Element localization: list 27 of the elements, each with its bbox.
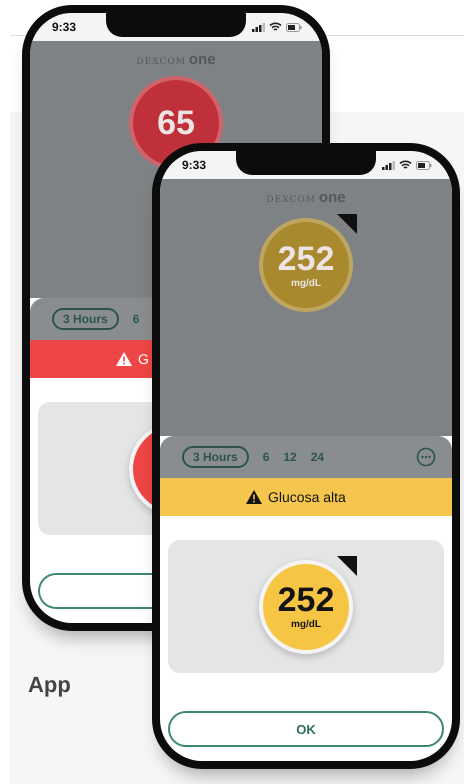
glucose-value: 252 [278, 242, 334, 276]
signal-icon [252, 22, 265, 32]
alert-text: G [138, 351, 149, 367]
wifi-icon [269, 22, 282, 32]
warning-icon [246, 490, 262, 504]
battery-icon [416, 160, 432, 170]
glucose-value: 252 [278, 583, 334, 617]
time-range-tab[interactable]: 6 [132, 309, 140, 329]
ok-button[interactable]: OK [168, 711, 444, 747]
glucose-value: 65 [157, 106, 195, 140]
status-time: 9:33 [182, 158, 206, 172]
time-range-tab[interactable]: 3 Hours [182, 446, 249, 468]
time-range-tab[interactable]: 6 [262, 447, 270, 467]
time-range-tab[interactable]: 24 [310, 447, 324, 467]
ok-button[interactable] [38, 573, 152, 609]
signal-icon [382, 160, 395, 170]
glucose-unit: mg/dL [291, 278, 321, 288]
section-heading: App [28, 672, 71, 698]
time-range-tab[interactable]: 3 Hours [52, 308, 119, 330]
status-time: 9:33 [52, 20, 76, 34]
warning-icon [116, 352, 132, 366]
more-icon[interactable] [416, 447, 436, 467]
wifi-icon [399, 160, 412, 170]
alert-text: Glucosa alta [268, 489, 346, 505]
time-range-tab[interactable]: 12 [283, 447, 297, 467]
battery-icon [286, 22, 302, 32]
glucose-unit: mg/dL [291, 619, 321, 630]
